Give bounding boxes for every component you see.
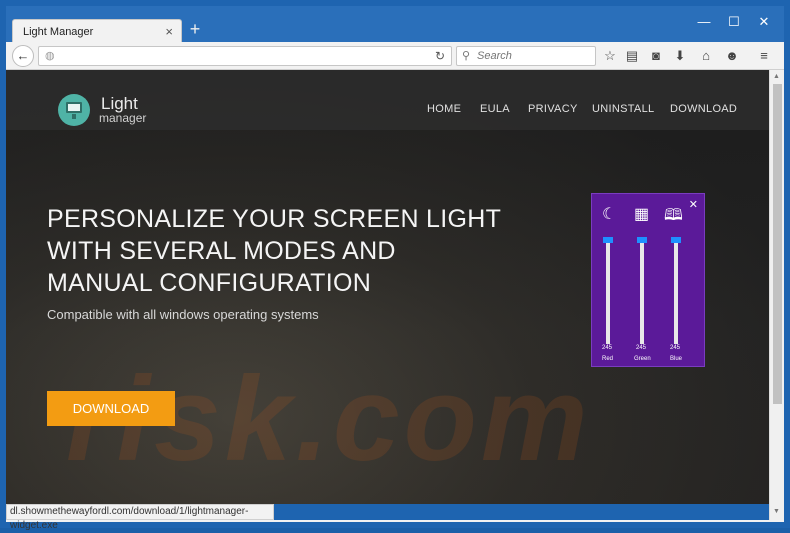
- widget-close-icon[interactable]: ✕: [689, 198, 698, 211]
- status-bar-url: dl.showmethewayfordl.com/download/1/ligh…: [6, 504, 274, 531]
- nav-bar: ← ◍ ↻ ⚲ ☆ ▤ ◙ ⬇ ⌂ ☻ ≡: [6, 42, 784, 70]
- web-page: risk.com Light manager HOME EULA PRIVACY…: [6, 70, 769, 504]
- nav-privacy[interactable]: PRIVACY: [528, 103, 578, 115]
- globe-icon: ◍: [45, 50, 55, 62]
- clapperboard-icon[interactable]: ▦: [634, 204, 649, 224]
- red-value: 245: [602, 345, 613, 351]
- blue-slider-track[interactable]: [674, 239, 678, 344]
- new-tab-button[interactable]: +: [184, 19, 206, 41]
- nav-download[interactable]: DOWNLOAD: [670, 103, 737, 115]
- nav-home[interactable]: HOME: [427, 103, 461, 115]
- close-window-button[interactable]: ✕: [749, 14, 779, 30]
- hero-subtitle: Compatible with all windows operating sy…: [47, 307, 319, 322]
- logo-screen: [66, 102, 82, 113]
- green-value: 245: [636, 345, 647, 351]
- tab-light-manager[interactable]: Light Manager ×: [12, 19, 182, 44]
- download-arrow-icon[interactable]: ⬇: [670, 46, 690, 66]
- hero-line-3: MANUAL CONFIGURATION: [47, 269, 372, 297]
- scroll-up-icon[interactable]: ▲: [773, 73, 780, 80]
- logo-text-manager[interactable]: manager: [99, 111, 146, 125]
- logo-stand: [72, 114, 76, 119]
- minimize-button[interactable]: —: [689, 14, 719, 29]
- back-button[interactable]: ←: [12, 45, 34, 67]
- maximize-button[interactable]: ☐: [719, 14, 749, 30]
- blue-value: 245: [670, 345, 681, 351]
- arrow-left-icon: ←: [16, 48, 30, 63]
- bookmark-star-icon[interactable]: ☆: [600, 46, 620, 66]
- red-slider-track[interactable]: [606, 239, 610, 344]
- green-slider-track[interactable]: [640, 239, 644, 344]
- search-icon: ⚲: [462, 50, 471, 62]
- blue-label: Blue: [670, 356, 683, 362]
- vertical-scrollbar[interactable]: ▲ ▼: [769, 70, 784, 520]
- red-slider-thumb[interactable]: [603, 237, 613, 243]
- light-manager-widget: ✕ ☾ ▦ 🕮 245 Red 245 Green 245 Blue: [591, 193, 705, 367]
- moon-icon[interactable]: ☾: [602, 204, 616, 224]
- tab-close-icon[interactable]: ×: [165, 24, 173, 39]
- search-input[interactable]: [477, 49, 589, 63]
- red-label: Red: [602, 356, 614, 362]
- hamburger-menu-icon[interactable]: ≡: [754, 46, 774, 66]
- pocket-icon[interactable]: ◙: [646, 46, 666, 66]
- window-bottom-edge: [6, 520, 784, 522]
- hero-heading: PERSONALIZE YOUR SCREEN LIGHT WITH SEVER…: [47, 203, 517, 299]
- smiley-icon[interactable]: ☻: [722, 46, 742, 66]
- url-bar[interactable]: ◍ ↻: [38, 46, 452, 66]
- hero-line-1: PERSONALIZE YOUR SCREEN LIGHT: [47, 205, 502, 233]
- green-slider-thumb[interactable]: [637, 237, 647, 243]
- nav-eula[interactable]: EULA: [480, 103, 510, 115]
- green-label: Green: [634, 356, 651, 362]
- download-button[interactable]: DOWNLOAD: [47, 391, 175, 426]
- home-icon[interactable]: ⌂: [696, 46, 716, 66]
- tab-title: Light Manager: [23, 26, 94, 38]
- nav-uninstall[interactable]: UNINSTALL: [592, 103, 654, 115]
- scrollbar-thumb[interactable]: [773, 84, 782, 404]
- browser-window: Light Manager × + — ☐ ✕ ← ◍ ↻ ⚲ ☆ ▤ ◙ ⬇ …: [0, 0, 790, 531]
- scroll-down-icon[interactable]: ▼: [773, 508, 780, 515]
- search-bar[interactable]: ⚲: [456, 46, 596, 66]
- book-icon[interactable]: 🕮: [664, 204, 683, 231]
- reload-icon[interactable]: ↻: [435, 49, 445, 63]
- reading-list-icon[interactable]: ▤: [622, 46, 642, 66]
- blue-slider-thumb[interactable]: [671, 237, 681, 243]
- hero-line-2: WITH SEVERAL MODES AND: [47, 237, 396, 265]
- tab-strip: Light Manager × + — ☐ ✕: [6, 6, 784, 44]
